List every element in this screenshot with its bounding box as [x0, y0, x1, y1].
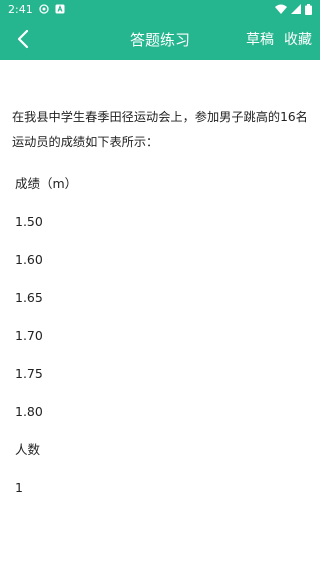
table-row: 成绩（m） [15, 176, 78, 191]
draft-button[interactable]: 草稿 [246, 29, 274, 49]
table-row: 1.70 [15, 328, 43, 343]
wifi-icon [275, 4, 287, 14]
app-notification-icon [39, 4, 49, 14]
chevron-left-icon [17, 29, 29, 49]
status-time: 2:41 [8, 2, 33, 16]
app-bar: 答题练习 草稿 收藏 [0, 18, 320, 60]
battery-icon [305, 3, 312, 15]
table-row: 1.50 [15, 214, 43, 229]
back-button[interactable] [8, 24, 38, 54]
question-content: 在我县中学生春季田径运动会上，参加男子跳高的16名运动员的成绩如下表所示： 成绩… [0, 60, 320, 507]
table-row: 1.80 [15, 404, 43, 419]
table-row: 人数 [15, 442, 41, 457]
status-bar: 2:41 [0, 0, 320, 18]
favorite-button[interactable]: 收藏 [284, 29, 312, 49]
table-row: 1 [15, 480, 23, 495]
table-row: 1.65 [15, 290, 43, 305]
table-row: 1.60 [15, 252, 43, 267]
table-row: 1.75 [15, 366, 43, 381]
question-text: 在我县中学生春季田径运动会上，参加男子跳高的16名运动员的成绩如下表所示： [12, 110, 308, 149]
a-notification-icon [55, 4, 65, 14]
signal-icon [291, 4, 301, 14]
